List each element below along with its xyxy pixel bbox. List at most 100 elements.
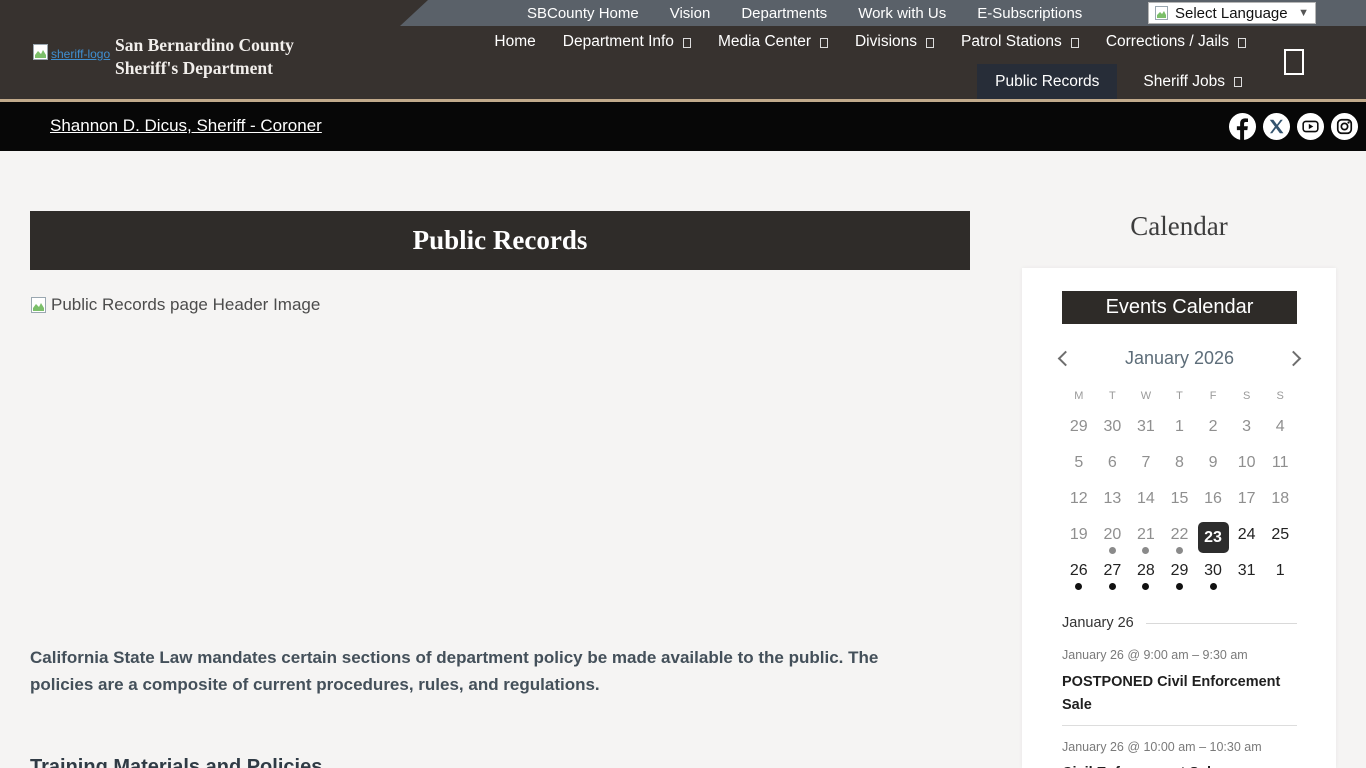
section-heading-cutoff: Training Materials and Policies (30, 756, 322, 768)
calendar-grid: 2930311234567891011121314151617181920212… (1062, 412, 1297, 592)
site-title: San Bernardino County Sheriff's Departme… (115, 34, 294, 80)
nav-label: Patrol Stations (961, 33, 1062, 51)
calendar-day[interactable]: 12 (1062, 484, 1096, 520)
calendar-day[interactable]: 1 (1163, 412, 1197, 448)
calendar-month-nav: January 2026 (1060, 344, 1299, 372)
calendar-day[interactable]: 21 (1129, 520, 1163, 556)
calendar-day[interactable]: 31 (1129, 412, 1163, 448)
calendar-day[interactable]: 10 (1230, 448, 1264, 484)
calendar-day[interactable]: 5 (1062, 448, 1096, 484)
calendar-day[interactable]: 24 (1230, 520, 1264, 556)
dropdown-indicator-icon (1071, 38, 1079, 48)
next-month-icon[interactable] (1286, 350, 1302, 366)
calendar-day[interactable]: 29 (1062, 412, 1096, 448)
nav-item-media-center[interactable]: Media Center (718, 33, 828, 51)
chevron-down-icon: ▼ (1298, 7, 1309, 19)
x-twitter-icon[interactable] (1263, 113, 1290, 140)
topbar-link-sbcounty-home[interactable]: SBCounty Home (527, 5, 639, 22)
topbar-link-vision[interactable]: Vision (670, 5, 711, 22)
page: SBCounty Home Vision Departments Work wi… (0, 0, 1366, 768)
calendar-day[interactable]: 8 (1163, 448, 1197, 484)
nav-label: Sheriff Jobs (1143, 73, 1225, 91)
sheriff-coroner-link[interactable]: Shannon D. Dicus, Sheriff - Coroner (50, 116, 322, 136)
calendar-day[interactable]: 11 (1263, 448, 1297, 484)
event-dot (1142, 547, 1149, 554)
nav-label: Media Center (718, 33, 811, 51)
calendar-day[interactable]: 7 (1129, 448, 1163, 484)
social-icons (1229, 113, 1358, 140)
calendar-day[interactable]: 4 (1263, 412, 1297, 448)
divider (1146, 623, 1297, 624)
calendar-day[interactable]: 15 (1163, 484, 1197, 520)
dropdown-indicator-icon (926, 38, 934, 48)
calendar-day[interactable]: 17 (1230, 484, 1264, 520)
calendar-day[interactable]: 27 (1096, 556, 1130, 592)
calendar-day[interactable]: 19 (1062, 520, 1096, 556)
event-dot (1109, 583, 1116, 590)
event-dot (1142, 583, 1149, 590)
nav-label: Divisions (855, 33, 917, 51)
nav-item-sheriff-jobs[interactable]: Sheriff Jobs (1143, 73, 1242, 91)
nav-item-corrections-jails[interactable]: Corrections / Jails (1106, 33, 1246, 51)
calendar-day[interactable]: 22 (1163, 520, 1197, 556)
events-calendar-heading: Events Calendar (1062, 291, 1297, 324)
event-dot (1176, 547, 1183, 554)
nav-item-home[interactable]: Home (494, 33, 535, 51)
calendar-day[interactable]: 14 (1129, 484, 1163, 520)
calendar-day[interactable]: 25 (1263, 520, 1297, 556)
search-icon[interactable] (1284, 49, 1304, 75)
weekday-label: F (1196, 390, 1230, 402)
calendar-day[interactable]: 20 (1096, 520, 1130, 556)
main-nav-row2: Public Records Sheriff Jobs (977, 64, 1242, 99)
nav-item-public-records-active[interactable]: Public Records (977, 64, 1117, 99)
nav-item-department-info[interactable]: Department Info (563, 33, 691, 51)
calendar-day[interactable]: 13 (1096, 484, 1130, 520)
calendar-day[interactable]: 2 (1196, 412, 1230, 448)
calendar-weekday-header: MTWTFSS (1062, 390, 1297, 402)
calendar-day[interactable]: 1 (1263, 556, 1297, 592)
body-paragraph: California State Law mandates certain se… (30, 644, 946, 698)
dropdown-indicator-icon (1234, 77, 1242, 87)
calendar-day[interactable]: 30 (1196, 556, 1230, 592)
calendar-day[interactable]: 23 (1196, 520, 1230, 556)
weekday-label: M (1062, 390, 1096, 402)
calendar-day[interactable]: 28 (1129, 556, 1163, 592)
facebook-icon[interactable] (1229, 113, 1256, 140)
broken-header-image: Public Records page Header Image (31, 295, 320, 315)
dropdown-indicator-icon (820, 38, 828, 48)
dropdown-indicator-icon (1238, 38, 1246, 48)
broken-image-icon (31, 297, 47, 314)
topbar-link-departments[interactable]: Departments (741, 5, 827, 22)
prev-month-icon[interactable] (1058, 350, 1074, 366)
language-selector-label: Select Language (1175, 5, 1288, 22)
language-selector[interactable]: Select Language ▼ (1148, 2, 1316, 24)
header-image-alt-text: Public Records page Header Image (51, 295, 320, 315)
calendar-day[interactable]: 18 (1263, 484, 1297, 520)
nav-label: Public Records (995, 73, 1099, 91)
calendar-day[interactable]: 6 (1096, 448, 1130, 484)
calendar-day[interactable]: 26 (1062, 556, 1096, 592)
topbar-link-e-subscriptions[interactable]: E-Subscriptions (977, 5, 1082, 22)
calendar-day[interactable]: 31 (1230, 556, 1264, 592)
event-title-link[interactable]: POSTPONED Civil Enforcement Sale (1062, 671, 1287, 717)
site-logo[interactable]: sheriff-logo (33, 44, 110, 61)
calendar-day[interactable]: 9 (1196, 448, 1230, 484)
events-calendar-heading-text: Events Calendar (1106, 296, 1254, 319)
nav-item-divisions[interactable]: Divisions (855, 33, 934, 51)
calendar-day[interactable]: 29 (1163, 556, 1197, 592)
weekday-label: T (1163, 390, 1197, 402)
page-title-text: Public Records (413, 225, 588, 256)
site-header: SBCounty Home Vision Departments Work wi… (0, 0, 1366, 99)
youtube-icon[interactable] (1297, 113, 1324, 140)
instagram-icon[interactable] (1331, 113, 1358, 140)
divider (1062, 725, 1297, 726)
topbar-link-work-with-us[interactable]: Work with Us (858, 5, 946, 22)
calendar-day[interactable]: 3 (1230, 412, 1264, 448)
calendar-day[interactable]: 16 (1196, 484, 1230, 520)
event-time: January 26 @ 10:00 am – 10:30 am (1062, 740, 1262, 754)
broken-image-icon (1155, 6, 1169, 21)
calendar-day[interactable]: 30 (1096, 412, 1130, 448)
nav-item-patrol-stations[interactable]: Patrol Stations (961, 33, 1079, 51)
page-title: Public Records (30, 211, 970, 270)
event-title-link[interactable]: Civil Enforcement Sale (1062, 762, 1287, 768)
